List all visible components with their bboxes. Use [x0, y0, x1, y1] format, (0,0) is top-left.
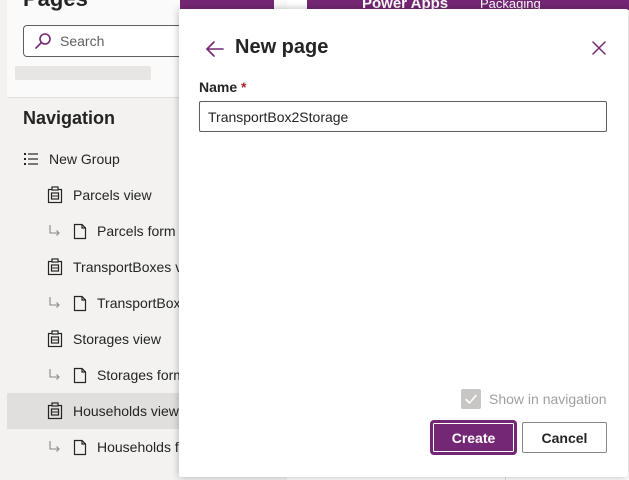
loading-skeleton: [15, 66, 151, 80]
show-in-navigation-label: Show in navigation: [489, 391, 607, 407]
dialog-title: New page: [235, 36, 329, 58]
table-view-icon: [47, 402, 63, 420]
close-icon[interactable]: [590, 39, 608, 57]
name-label: Name *: [199, 79, 246, 95]
form-page-icon: [73, 367, 87, 383]
required-marker: *: [241, 79, 247, 95]
nav-item-label: Households f: [97, 439, 179, 455]
search-placeholder: Search: [60, 33, 105, 49]
search-icon: [35, 33, 51, 49]
nav-item-label: Storages form: [97, 367, 185, 383]
table-view-icon: [47, 258, 63, 276]
checkmark-icon: [465, 394, 477, 404]
form-page-icon: [73, 223, 87, 239]
nav-item-label: Households view: [73, 403, 179, 419]
cancel-button[interactable]: Cancel: [522, 422, 607, 453]
nav-item-label: New Group: [49, 151, 120, 167]
sub-item-arrow-icon: [49, 225, 60, 236]
form-page-icon: [73, 295, 87, 311]
list-icon: [24, 153, 38, 165]
create-button[interactable]: Create: [432, 422, 515, 453]
nav-item-label: TransportBox: [97, 295, 181, 311]
show-in-navigation-checkbox[interactable]: Show in navigation: [461, 389, 607, 409]
table-view-icon: [47, 330, 63, 348]
sub-item-arrow-icon: [49, 297, 60, 308]
form-page-icon: [73, 439, 87, 455]
nav-item-label: Parcels form: [97, 223, 176, 239]
sub-item-arrow-icon: [49, 441, 60, 452]
new-page-dialog: New page Name * Show in navigation Creat…: [179, 9, 628, 477]
nav-item-label: Parcels view: [73, 187, 152, 203]
navigation-title: Navigation: [23, 108, 116, 128]
checkbox-box[interactable]: [461, 389, 481, 409]
table-view-icon: [47, 186, 63, 204]
name-label-text: Name: [199, 79, 238, 95]
name-input[interactable]: [199, 101, 607, 132]
pages-title: Pages: [23, 0, 88, 12]
sub-item-arrow-icon: [49, 369, 60, 380]
nav-item-label: Storages view: [73, 331, 161, 347]
back-arrow-icon[interactable]: [205, 39, 225, 59]
nav-item-label: TransportBoxes vi: [73, 259, 186, 275]
